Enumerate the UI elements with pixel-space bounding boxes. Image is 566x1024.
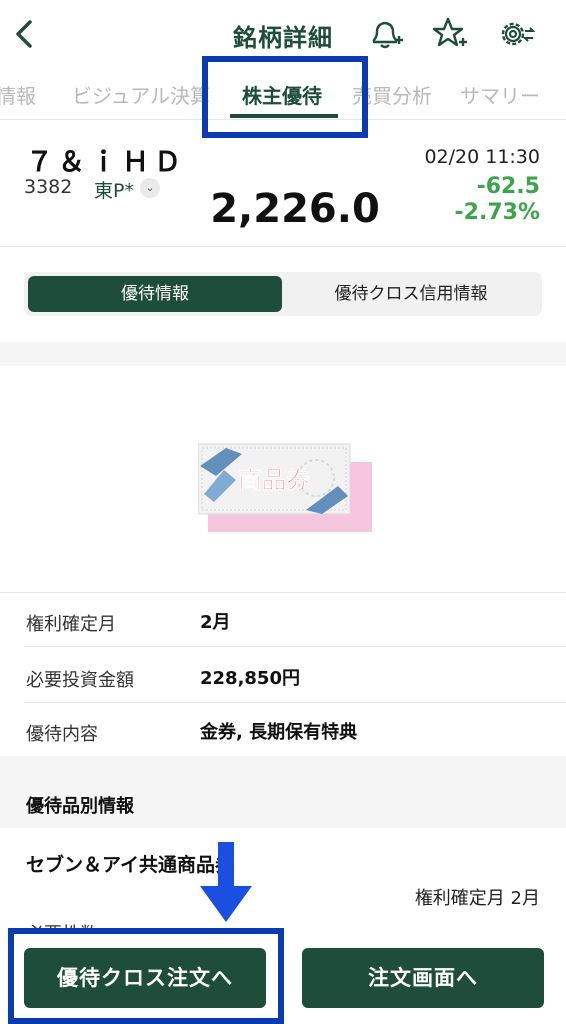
tab-stock-info[interactable]: 情報 xyxy=(0,80,36,109)
segment-cross-margin-info[interactable]: 優待クロス信用情報 xyxy=(284,276,538,312)
price-change: -62.5 xyxy=(476,174,540,199)
stock-name: ７＆ｉＨＤ xyxy=(26,147,186,178)
tab-visual-earnings[interactable]: ビジュアル決算 xyxy=(72,80,210,109)
quote-time: 02/20 11:30 xyxy=(424,146,540,168)
row-value-required-investment: 228,850円 xyxy=(200,668,300,689)
order-screen-button[interactable]: 注文画面へ xyxy=(302,948,544,1008)
tab-summary[interactable]: サマリー xyxy=(460,80,540,109)
row-value-record-month: 2月 xyxy=(200,612,231,633)
star-plus-icon[interactable] xyxy=(430,14,470,54)
arrow-down-icon xyxy=(200,842,252,922)
row-label-record-month: 権利確定月 xyxy=(26,614,116,635)
row-label-required-investment: 必要投資金額 xyxy=(26,670,134,691)
divider xyxy=(24,702,566,703)
price-change-percent: -2.73% xyxy=(454,200,540,225)
annotation-highlight-tab xyxy=(202,56,368,138)
row-label-benefit-content: 優待内容 xyxy=(26,724,98,745)
divider xyxy=(24,646,566,647)
annotation-highlight-button xyxy=(8,928,284,1024)
gift-voucher-image: 商品券 xyxy=(198,443,372,532)
gear-swap-icon[interactable] xyxy=(496,14,536,54)
section-title: 優待品別情報 xyxy=(26,796,134,817)
divider xyxy=(0,592,566,593)
segment-benefit-info[interactable]: 優待情報 xyxy=(28,276,282,312)
benefit-segment-control: 優待情報 優待クロス信用情報 xyxy=(24,272,542,316)
bell-plus-icon[interactable] xyxy=(366,14,406,54)
page-title: 銘柄詳細 xyxy=(233,24,333,52)
voucher-label: 商品券 xyxy=(238,466,311,494)
divider xyxy=(0,246,566,247)
row-value-benefit-content: 金券, 長期保有特典 xyxy=(200,722,358,743)
benefit-item-record-month: 権利確定月 2月 xyxy=(414,888,540,909)
section-spacer xyxy=(0,342,566,366)
